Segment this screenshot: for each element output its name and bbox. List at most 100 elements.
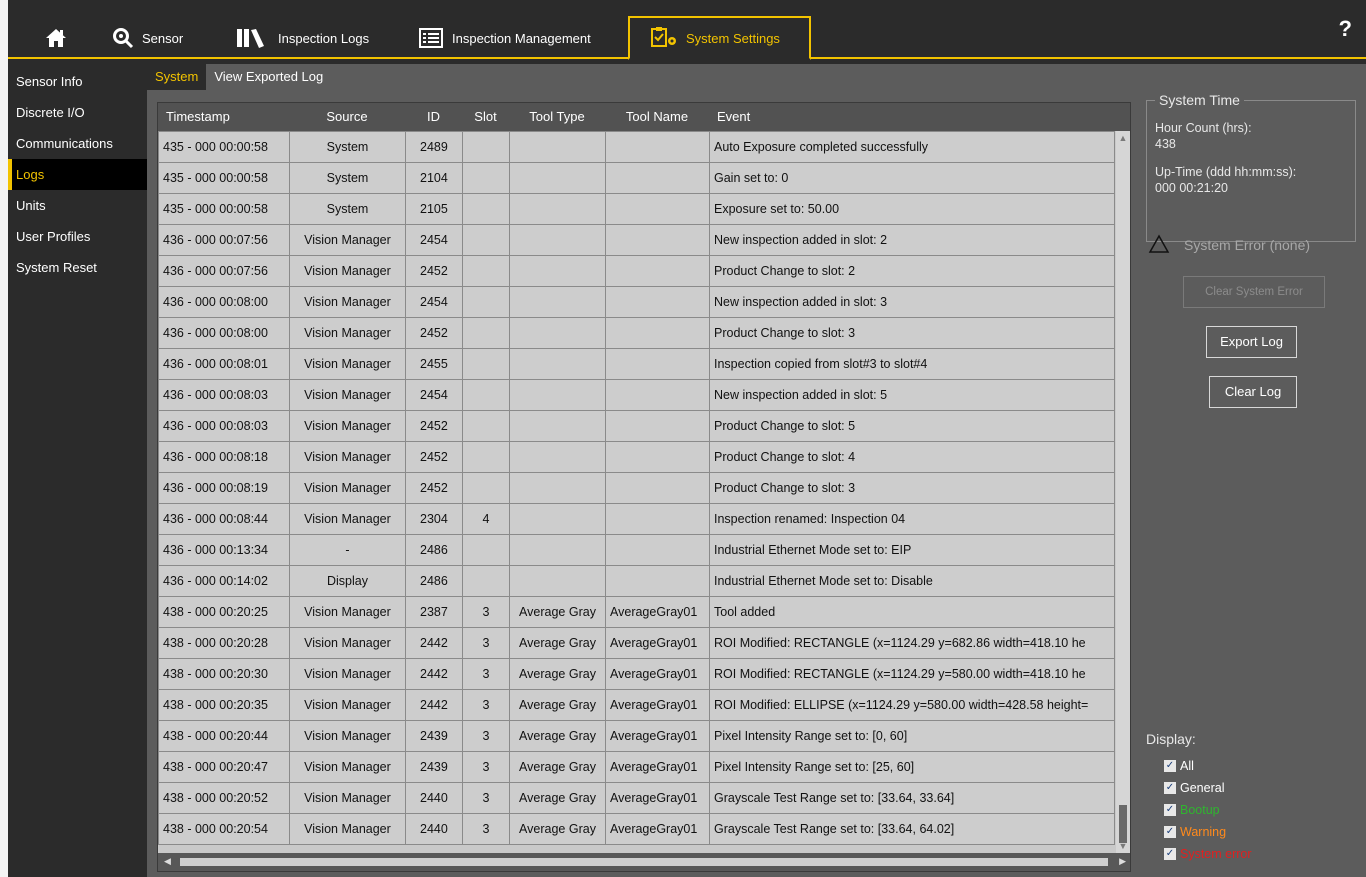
tab-inspection-logs[interactable]: Inspection Logs xyxy=(236,20,369,56)
display-filter-warning[interactable]: ✓ Warning xyxy=(1164,824,1226,840)
table-cell-tool-type: Average Gray xyxy=(509,658,606,690)
table-row[interactable]: 436 - 000 00:08:18 Vision Manager 2452 Prod… xyxy=(158,441,1115,473)
display-filter-system-error[interactable]: ✓ System error xyxy=(1164,846,1252,862)
table-cell-event: Grayscale Test Range set to: [33.64, 33.… xyxy=(709,782,1115,814)
table-row[interactable]: 438 - 000 00:20:35 Vision Manager 2442 3 Ave… xyxy=(158,689,1115,721)
sidebar-item-user-profiles[interactable]: User Profiles xyxy=(8,221,147,252)
display-filter-label: System error xyxy=(1180,847,1252,861)
tab-system-log[interactable]: System xyxy=(147,64,207,90)
checkbox-checked-icon[interactable]: ✓ xyxy=(1164,826,1176,838)
table-cell-event: Exposure set to: 50.00 xyxy=(709,193,1115,225)
horizontal-scroll-thumb[interactable] xyxy=(180,858,1108,866)
vertical-scroll-thumb[interactable] xyxy=(1119,805,1127,843)
table-cell-slot xyxy=(462,193,510,225)
home-icon xyxy=(44,27,68,49)
sidebar-item-discrete-io[interactable]: Discrete I/O xyxy=(8,97,147,128)
table-cell-event: ROI Modified: RECTANGLE (x=1124.29 y=580… xyxy=(709,658,1115,690)
table-cell-event: New inspection added in slot: 3 xyxy=(709,286,1115,318)
scroll-left-arrow-icon[interactable]: ◀ xyxy=(164,856,171,867)
sidebar-item-logs[interactable]: Logs xyxy=(8,159,147,190)
table-row[interactable]: 435 - 000 00:00:58 System 2105 Exposure set… xyxy=(158,193,1115,225)
column-header-timestamp[interactable]: Timestamp xyxy=(158,103,289,131)
scroll-up-arrow-icon[interactable]: ▲ xyxy=(1118,133,1128,143)
table-cell-timestamp: 438 - 000 00:20:30 xyxy=(158,658,290,690)
table-cell-tool-type xyxy=(509,317,606,349)
help-button[interactable]: ? xyxy=(1339,16,1352,42)
sidebar-item-system-reset[interactable]: System Reset xyxy=(8,252,147,283)
table-cell-tool-type: Average Gray xyxy=(509,751,606,783)
table-row[interactable]: 438 - 000 00:20:54 Vision Manager 2440 3 Ave… xyxy=(158,813,1115,845)
scroll-down-arrow-icon[interactable]: ▼ xyxy=(1118,841,1128,851)
export-log-button[interactable]: Export Log xyxy=(1206,326,1297,358)
table-row[interactable]: 436 - 000 00:08:00 Vision Manager 2454 New … xyxy=(158,286,1115,318)
sidebar-item-communications[interactable]: Communications xyxy=(8,128,147,159)
display-filter-all[interactable]: ✓ All xyxy=(1164,758,1194,774)
checkbox-checked-icon[interactable]: ✓ xyxy=(1164,782,1176,794)
table-row[interactable]: 436 - 000 00:08:01 Vision Manager 2455 Insp… xyxy=(158,348,1115,380)
table-cell-source: System xyxy=(289,162,406,194)
table-cell-source: Vision Manager xyxy=(289,627,406,659)
clear-log-button[interactable]: Clear Log xyxy=(1209,376,1297,408)
table-cell-source: Vision Manager xyxy=(289,441,406,473)
table-cell-slot xyxy=(462,162,510,194)
tab-view-exported-log[interactable]: View Exported Log xyxy=(206,64,331,90)
table-cell-source: Vision Manager xyxy=(289,410,406,442)
display-filter-general[interactable]: ✓ General xyxy=(1164,780,1224,796)
table-cell-timestamp: 436 - 000 00:08:19 xyxy=(158,472,290,504)
table-cell-tool-name: AverageGray01 xyxy=(605,720,710,752)
table-row[interactable]: 436 - 000 00:07:56 Vision Manager 2454 New … xyxy=(158,224,1115,256)
column-header-slot[interactable]: Slot xyxy=(462,103,509,131)
checkbox-checked-icon[interactable]: ✓ xyxy=(1164,760,1176,772)
table-cell-slot xyxy=(462,131,510,163)
column-header-source[interactable]: Source xyxy=(289,103,405,131)
books-icon xyxy=(236,27,270,49)
table-cell-slot: 3 xyxy=(462,720,510,752)
table-row[interactable]: 438 - 000 00:20:44 Vision Manager 2439 3 Ave… xyxy=(158,720,1115,752)
table-row[interactable]: 436 - 000 00:14:02 Display 2486 Industrial … xyxy=(158,565,1115,597)
table-cell-tool-type: Average Gray xyxy=(509,627,606,659)
tab-home[interactable] xyxy=(44,20,76,56)
table-row[interactable]: 436 - 000 00:08:00 Vision Manager 2452 Prod… xyxy=(158,317,1115,349)
display-filter-bootup[interactable]: ✓ Bootup xyxy=(1164,802,1220,818)
table-cell-event: Grayscale Test Range set to: [33.64, 64.… xyxy=(709,813,1115,845)
table-row[interactable]: 436 - 000 00:08:19 Vision Manager 2452 Prod… xyxy=(158,472,1115,504)
checkbox-checked-icon[interactable]: ✓ xyxy=(1164,848,1176,860)
sidebar-item-sensor-info[interactable]: Sensor Info xyxy=(8,66,147,97)
tab-system-settings[interactable]: System Settings xyxy=(628,16,811,60)
table-row[interactable]: 438 - 000 00:20:28 Vision Manager 2442 3 Ave… xyxy=(158,627,1115,659)
clear-system-error-button[interactable]: Clear System Error xyxy=(1183,276,1325,308)
scroll-right-arrow-icon[interactable]: ▶ xyxy=(1119,856,1126,867)
column-header-event[interactable]: Event xyxy=(709,103,1114,131)
table-row[interactable]: 438 - 000 00:20:25 Vision Manager 2387 3 Ave… xyxy=(158,596,1115,628)
horizontal-scrollbar[interactable]: ◀ ▶ xyxy=(158,853,1130,871)
table-cell-source: Vision Manager xyxy=(289,348,406,380)
table-row[interactable]: 436 - 000 00:07:56 Vision Manager 2452 Prod… xyxy=(158,255,1115,287)
vertical-scrollbar[interactable]: ▲ ▼ xyxy=(1116,131,1130,853)
tab-sensor[interactable]: Sensor xyxy=(112,20,183,56)
table-cell-event: Product Change to slot: 3 xyxy=(709,472,1115,504)
column-header-id[interactable]: ID xyxy=(405,103,462,131)
table-row[interactable]: 438 - 000 00:20:30 Vision Manager 2442 3 Ave… xyxy=(158,658,1115,690)
table-cell-id: 2454 xyxy=(405,224,463,256)
table-row[interactable]: 436 - 000 00:08:03 Vision Manager 2452 Prod… xyxy=(158,410,1115,442)
sidebar-item-units[interactable]: Units xyxy=(8,190,147,221)
table-row[interactable]: 435 - 000 00:00:58 System 2104 Gain set to:… xyxy=(158,162,1115,194)
tab-inspection-management[interactable]: Inspection Management xyxy=(418,20,591,56)
table-row[interactable]: 438 - 000 00:20:52 Vision Manager 2440 3 Ave… xyxy=(158,782,1115,814)
column-header-tool-type[interactable]: Tool Type xyxy=(509,103,605,131)
table-row[interactable]: 436 - 000 00:08:44 Vision Manager 2304 4 Ins… xyxy=(158,503,1115,535)
app-window: Sensor Inspection Logs Inspection Manage… xyxy=(8,0,1366,877)
table-row[interactable]: 435 - 000 00:00:58 System 2489 Auto Exposur… xyxy=(158,131,1115,163)
checkbox-checked-icon[interactable]: ✓ xyxy=(1164,804,1176,816)
table-cell-tool-name xyxy=(605,255,710,287)
table-row[interactable]: 436 - 000 00:13:34-2486 Industrial Ethern… xyxy=(158,534,1115,566)
table-cell-tool-type xyxy=(509,565,606,597)
table-cell-timestamp: 438 - 000 00:20:44 xyxy=(158,720,290,752)
table-cell-source: Vision Manager xyxy=(289,503,406,535)
column-header-tool-name[interactable]: Tool Name xyxy=(605,103,709,131)
table-cell-source: Vision Manager xyxy=(289,472,406,504)
table-row[interactable]: 436 - 000 00:08:03 Vision Manager 2454 New … xyxy=(158,379,1115,411)
table-row[interactable]: 438 - 000 00:20:47 Vision Manager 2439 3 Ave… xyxy=(158,751,1115,783)
table-cell-tool-name xyxy=(605,224,710,256)
table-cell-id: 2104 xyxy=(405,162,463,194)
